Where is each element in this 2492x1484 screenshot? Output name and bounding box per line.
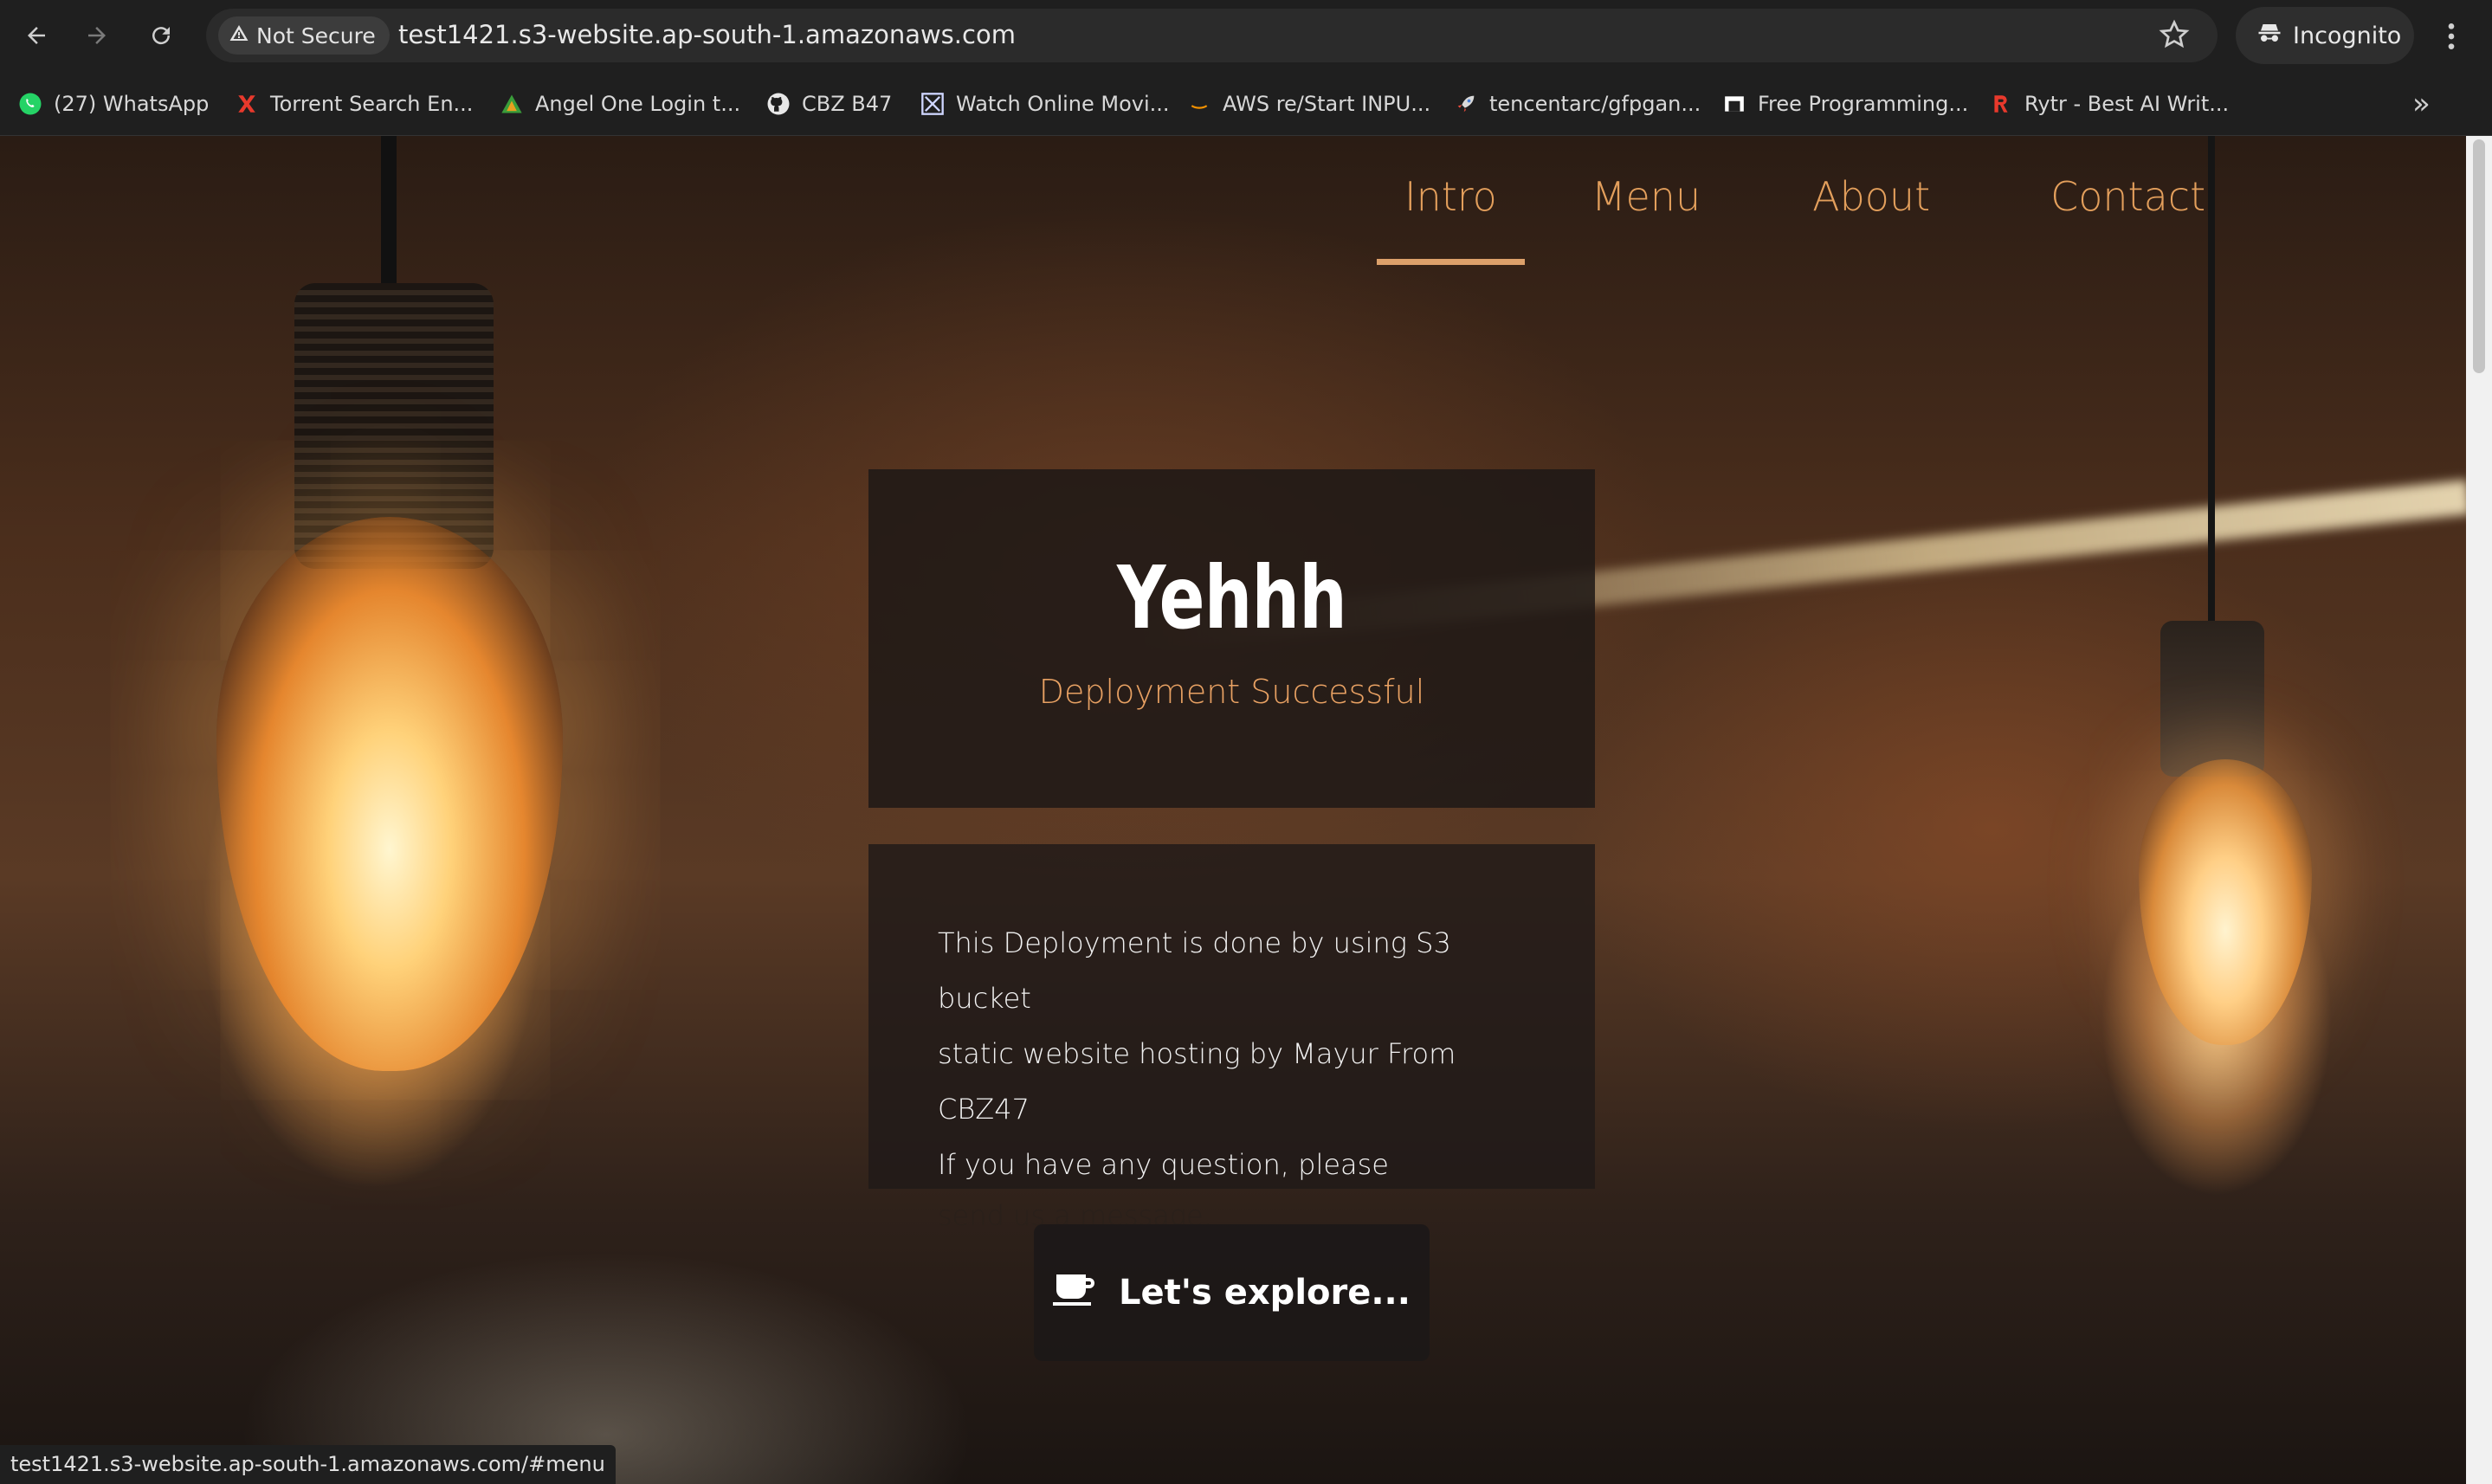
reload-icon[interactable]: [144, 18, 178, 53]
bookmark-aws-restart[interactable]: AWS re/Start INPU...: [1186, 87, 1430, 121]
whatsapp-icon: [17, 91, 43, 117]
incognito-icon: [2256, 20, 2282, 52]
url-text[interactable]: test1421.s3-website.ap-south-1.amazonaws…: [398, 20, 1016, 49]
bookmark-star-icon[interactable]: [2159, 19, 2192, 52]
triangle-icon: [499, 91, 525, 117]
page-viewport: Intro Menu About Contact Yehhh Deploymen…: [0, 136, 2466, 1484]
bookmark-cbz-b47[interactable]: CBZ B47: [765, 87, 892, 121]
bookmarks-overflow-icon[interactable]: »: [2412, 87, 2431, 121]
bulb-cord: [381, 136, 397, 292]
film-icon: [920, 91, 946, 117]
scrollbar-thumb[interactable]: [2473, 139, 2485, 373]
description-line: static website hosting by Mayur From CBZ…: [938, 1037, 1456, 1126]
security-label: Not Secure: [256, 23, 376, 48]
bookmark-label: Watch Online Movi...: [956, 92, 1170, 116]
explore-button[interactable]: Let's explore...: [1034, 1224, 1430, 1361]
bookmark-label: AWS re/Start INPU...: [1223, 92, 1431, 116]
profile-label: Incognito: [2293, 22, 2402, 49]
description-line: If you have any question, please: [938, 1148, 1389, 1181]
back-icon[interactable]: [19, 18, 54, 53]
description-panel: This Deployment is done by using S3 buck…: [868, 844, 1595, 1232]
description-line: This Deployment is done by using S3 buck…: [938, 926, 1451, 1015]
bookmark-label: (27) WhatsApp: [54, 92, 210, 116]
github-icon: [765, 91, 791, 117]
bookmark-angel-one[interactable]: Angel One Login t...: [499, 87, 740, 121]
bookmark-label: Free Programming...: [1758, 92, 1969, 116]
explore-button-label: Let's explore...: [1119, 1273, 1411, 1313]
background-bulb: [216, 517, 563, 1071]
forward-icon[interactable]: [80, 18, 114, 53]
bulb-socket: [2160, 621, 2264, 777]
browser-toolbar: Not Secure test1421.s3-website.ap-south-…: [0, 0, 2492, 71]
nav-link-contact[interactable]: Contact: [2023, 174, 2233, 259]
nav-link-intro[interactable]: Intro: [1377, 174, 1525, 265]
x-icon: [234, 91, 260, 117]
square-icon: [1721, 91, 1747, 117]
security-chip[interactable]: Not Secure: [218, 16, 390, 55]
address-bar[interactable]: Not Secure test1421.s3-website.ap-south-…: [206, 9, 2218, 62]
bookmark-watch-online[interactable]: Watch Online Movi...: [920, 87, 1170, 121]
bookmarks-bar: (27) WhatsApp Torrent Search En... Angel…: [0, 71, 2492, 136]
description-text: This Deployment is done by using S3 buck…: [938, 915, 1544, 1239]
site-nav: Intro Menu About Contact: [1377, 174, 2233, 265]
page-subtitle: Deployment Successful: [1038, 673, 1425, 711]
bookmark-free-programming[interactable]: Free Programming...: [1721, 87, 1968, 121]
r-logo-icon: [1988, 91, 2014, 117]
nav-link-about[interactable]: About: [1785, 174, 1958, 259]
bookmark-label: Torrent Search En...: [270, 92, 474, 116]
link-status-bar: test1421.s3-website.ap-south-1.amazonaws…: [0, 1445, 616, 1484]
bookmark-label: CBZ B47: [802, 92, 893, 116]
bookmark-whatsapp[interactable]: (27) WhatsApp: [17, 87, 209, 121]
intro-panel: Yehhh Deployment Successful: [868, 469, 1595, 808]
bookmark-label: Rytr - Best AI Writ...: [2024, 92, 2230, 116]
rocket-icon: [1453, 91, 1479, 117]
bookmark-label: Angel One Login t...: [535, 92, 741, 116]
coffee-cup-icon: [1053, 1271, 1098, 1314]
incognito-chip[interactable]: Incognito: [2236, 7, 2414, 64]
aws-icon: [1186, 91, 1212, 117]
bookmark-label: tencentarc/gfpgan...: [1489, 92, 1701, 116]
bookmark-rytr[interactable]: Rytr - Best AI Writ...: [1988, 87, 2229, 121]
nav-link-menu[interactable]: Menu: [1564, 174, 1728, 259]
warning-icon: [229, 23, 249, 48]
page-scrollbar[interactable]: [2466, 136, 2492, 1484]
more-options-icon[interactable]: [2438, 19, 2464, 54]
page-title: Yehhh: [1117, 547, 1347, 648]
bookmark-tencentarc[interactable]: tencentarc/gfpgan...: [1453, 87, 1701, 121]
background-bulb: [2139, 759, 2312, 1045]
bookmark-torrent-search[interactable]: Torrent Search En...: [234, 87, 473, 121]
